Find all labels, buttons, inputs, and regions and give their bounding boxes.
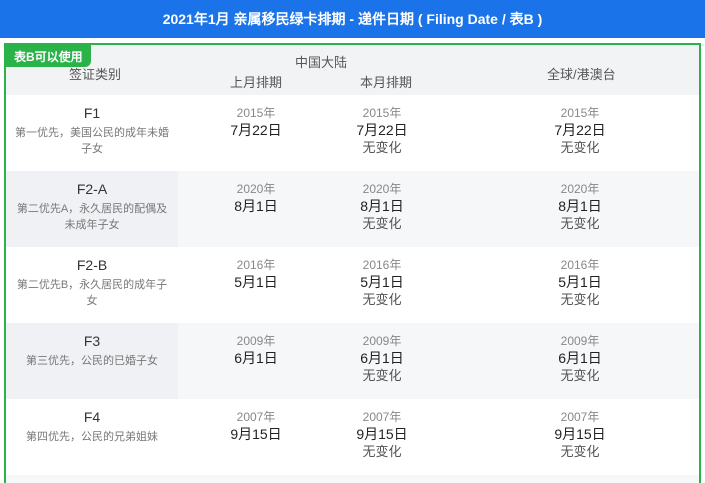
year: 2015年 bbox=[560, 106, 600, 120]
this-month-cell: 2015年 7月22日 无变化 bbox=[322, 105, 442, 156]
category-cell: F2-A 第二优先A，永久居民的配偶及未成年子女 bbox=[6, 171, 178, 247]
change: 无变化 bbox=[362, 140, 402, 155]
change: 无变化 bbox=[560, 444, 600, 459]
table-row: F4 第四优先，公民的兄弟姐妹 2007年 9月15日 2007年 9月15日 … bbox=[6, 399, 699, 475]
change: 无变化 bbox=[560, 292, 600, 307]
category-code: F2-A bbox=[76, 181, 108, 197]
change: 无变化 bbox=[362, 368, 402, 383]
this-month-cell: 2016年 5月1日 无变化 bbox=[322, 257, 442, 308]
header-last-month: 上月排期 bbox=[230, 75, 283, 90]
year: 2016年 bbox=[236, 258, 276, 272]
this-month-cell: 2020年 8月1日 无变化 bbox=[322, 181, 442, 232]
year: 2007年 bbox=[560, 410, 600, 424]
global-cell: 2020年 8月1日 无变化 bbox=[520, 181, 640, 232]
date: 9月15日 bbox=[554, 426, 606, 442]
global-cell: 2007年 9月15日 无变化 bbox=[520, 409, 640, 460]
category-desc: 第三优先，公民的已婚子女 bbox=[26, 355, 158, 367]
category-desc: 第二优先A，永久居民的配偶及未成年子女 bbox=[16, 203, 168, 231]
header-mainland: 中国大陆 bbox=[295, 55, 348, 70]
date: 7月22日 bbox=[356, 122, 408, 138]
year: 2020年 bbox=[236, 182, 276, 196]
year: 2016年 bbox=[560, 258, 600, 272]
change: 无变化 bbox=[560, 368, 600, 383]
year: 2009年 bbox=[362, 334, 402, 348]
change: 无变化 bbox=[560, 140, 600, 155]
visa-bulletin-table: 表B可以使用 签证类别 中国大陆 上月排期 本月排期 全球/港澳台 F1 第一优… bbox=[4, 43, 701, 483]
category-code: F4 bbox=[83, 409, 101, 425]
change: 无变化 bbox=[362, 216, 402, 231]
date: 8月1日 bbox=[360, 198, 404, 214]
year: 2007年 bbox=[236, 410, 276, 424]
last-month-cell: 2015年 7月22日 bbox=[196, 105, 316, 139]
global-cell: 2015年 7月22日 无变化 bbox=[520, 105, 640, 156]
year: 2009年 bbox=[560, 334, 600, 348]
category-cell: F4 第四优先，公民的兄弟姐妹 bbox=[6, 399, 178, 475]
page-banner: 2021年1月 亲属移民绿卡排期 - 递件日期 ( Filing Date / … bbox=[0, 0, 705, 38]
year: 2020年 bbox=[362, 182, 402, 196]
category-cell: F2-B 第二优先B，永久居民的成年子女 bbox=[6, 247, 178, 323]
category-desc: 第二优先B，永久居民的成年子女 bbox=[16, 279, 168, 307]
date: 5月1日 bbox=[558, 274, 602, 290]
table-row: F2-B 第二优先B，永久居民的成年子女 2016年 5月1日 2016年 5月… bbox=[6, 247, 699, 323]
year: 2015年 bbox=[236, 106, 276, 120]
change: 无变化 bbox=[362, 444, 402, 459]
category-desc: 第四优先，公民的兄弟姐妹 bbox=[26, 431, 158, 443]
table-row-next bbox=[6, 475, 699, 483]
date: 5月1日 bbox=[234, 274, 278, 290]
year: 2009年 bbox=[236, 334, 276, 348]
date: 9月15日 bbox=[230, 426, 282, 442]
this-month-cell: 2009年 6月1日 无变化 bbox=[322, 333, 442, 384]
date: 5月1日 bbox=[360, 274, 404, 290]
this-month-cell: 2007年 9月15日 无变化 bbox=[322, 409, 442, 460]
date: 8月1日 bbox=[558, 198, 602, 214]
table-row: F2-A 第二优先A，永久居民的配偶及未成年子女 2020年 8月1日 2020… bbox=[6, 171, 699, 247]
header-global: 全球/港澳台 bbox=[547, 67, 616, 82]
table-row: F3 第三优先，公民的已婚子女 2009年 6月1日 2009年 6月1日 无变… bbox=[6, 323, 699, 399]
last-month-cell: 2007年 9月15日 bbox=[196, 409, 316, 443]
change: 无变化 bbox=[560, 216, 600, 231]
category-cell: F1 第一优先，美国公民的成年未婚子女 bbox=[6, 95, 178, 171]
date: 6月1日 bbox=[234, 350, 278, 366]
global-cell: 2016年 5月1日 无变化 bbox=[520, 257, 640, 308]
date: 8月1日 bbox=[234, 198, 278, 214]
header-this-month: 本月排期 bbox=[360, 75, 413, 90]
date: 6月1日 bbox=[558, 350, 602, 366]
last-month-cell: 2009年 6月1日 bbox=[196, 333, 316, 367]
date: 6月1日 bbox=[360, 350, 404, 366]
last-month-cell: 2016年 5月1日 bbox=[196, 257, 316, 291]
category-desc: 第一优先，美国公民的成年未婚子女 bbox=[15, 127, 169, 155]
year: 2015年 bbox=[362, 106, 402, 120]
category-code: F2-B bbox=[76, 257, 108, 273]
last-month-cell: 2020年 8月1日 bbox=[196, 181, 316, 215]
date: 9月15日 bbox=[356, 426, 408, 442]
banner-title: 2021年1月 亲属移民绿卡排期 - 递件日期 ( Filing Date / … bbox=[162, 11, 543, 27]
change: 无变化 bbox=[362, 292, 402, 307]
date: 7月22日 bbox=[230, 122, 282, 138]
date: 7月22日 bbox=[554, 122, 606, 138]
global-cell: 2009年 6月1日 无变化 bbox=[520, 333, 640, 384]
year: 2016年 bbox=[362, 258, 402, 272]
table-header: 签证类别 中国大陆 上月排期 本月排期 全球/港澳台 bbox=[6, 45, 699, 95]
category-code: F1 bbox=[83, 105, 101, 121]
category-code: F3 bbox=[83, 333, 101, 349]
year: 2020年 bbox=[560, 182, 600, 196]
year: 2007年 bbox=[362, 410, 402, 424]
table-row: F1 第一优先，美国公民的成年未婚子女 2015年 7月22日 2015年 7月… bbox=[6, 95, 699, 171]
table-b-badge: 表B可以使用 bbox=[6, 45, 91, 67]
category-cell: F3 第三优先，公民的已婚子女 bbox=[6, 323, 178, 399]
